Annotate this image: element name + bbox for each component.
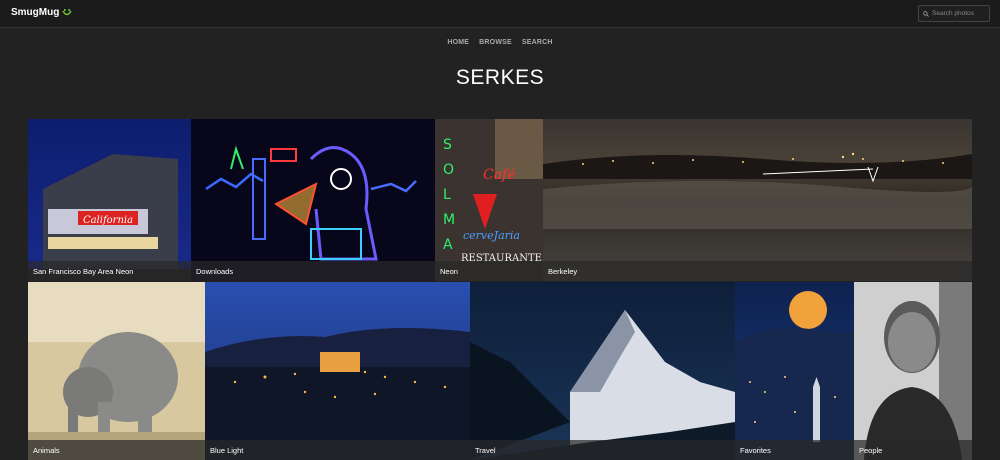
gallery-label: Travel [470, 440, 735, 460]
search-input[interactable] [932, 10, 988, 17]
gallery-tile-people[interactable]: People [854, 282, 972, 460]
gallery-label: Favorites [735, 440, 854, 460]
nav-browse[interactable]: BROWSE [479, 39, 512, 46]
main-nav: HOME BROWSE SEARCH [0, 39, 1000, 46]
nav-home[interactable]: HOME [447, 39, 469, 46]
gallery-tile-animals[interactable]: Animals [28, 282, 205, 460]
search-icon [923, 10, 929, 17]
svg-text:M: M [443, 212, 455, 228]
gallery-thumbnail: S O L M A Café cerveJaria RESTAURANTE [435, 119, 543, 281]
svg-text:O: O [443, 162, 454, 178]
gallery-tile-favorites[interactable]: Favorites [735, 282, 854, 460]
gallery-tile-sf-neon[interactable]: California San Francisco Bay Area Neon [28, 119, 191, 281]
gallery-label: People [854, 440, 972, 460]
logo-text: SmugMug [11, 7, 60, 18]
svg-text:Café: Café [483, 167, 516, 183]
gallery-thumbnail [191, 119, 435, 281]
smugmug-logo[interactable]: SmugMug [11, 7, 72, 18]
gallery-thumbnail: California [28, 119, 191, 281]
gallery-thumbnail [470, 282, 735, 460]
gallery-label: San Francisco Bay Area Neon [28, 261, 191, 281]
gallery-thumbnail [543, 119, 972, 281]
gallery-label: Blue Light [205, 440, 470, 460]
gallery-tile-berkeley[interactable]: Berkeley [543, 119, 972, 281]
gallery-thumbnail [205, 282, 470, 460]
gallery-tile-travel[interactable]: Travel [470, 282, 735, 460]
gallery-thumbnail [28, 282, 205, 460]
gallery-label: Downloads [191, 261, 435, 281]
svg-text:A: A [443, 237, 453, 253]
page-title: SERKES [455, 66, 545, 89]
gallery-label: Neon [435, 261, 543, 281]
svg-text:L: L [443, 187, 451, 203]
gallery-thumbnail [735, 282, 854, 460]
svg-text:cerveJaria: cerveJaria [463, 229, 520, 242]
gallery-tile-blue-light[interactable]: Blue Light [205, 282, 470, 460]
search-box[interactable] [918, 5, 990, 22]
gallery-label: Berkeley [543, 261, 972, 281]
nav-search[interactable]: SEARCH [522, 39, 553, 46]
top-bar: SmugMug [0, 0, 1000, 28]
gallery-thumbnail [854, 282, 972, 460]
svg-text:S: S [443, 137, 452, 153]
smile-icon [62, 8, 72, 15]
gallery-tile-neon[interactable]: S O L M A Café cerveJaria RESTAURANTE Ne… [435, 119, 543, 281]
gallery-tile-downloads[interactable]: Downloads [191, 119, 435, 281]
gallery-label: Animals [28, 440, 205, 460]
svg-text:California: California [83, 215, 133, 226]
